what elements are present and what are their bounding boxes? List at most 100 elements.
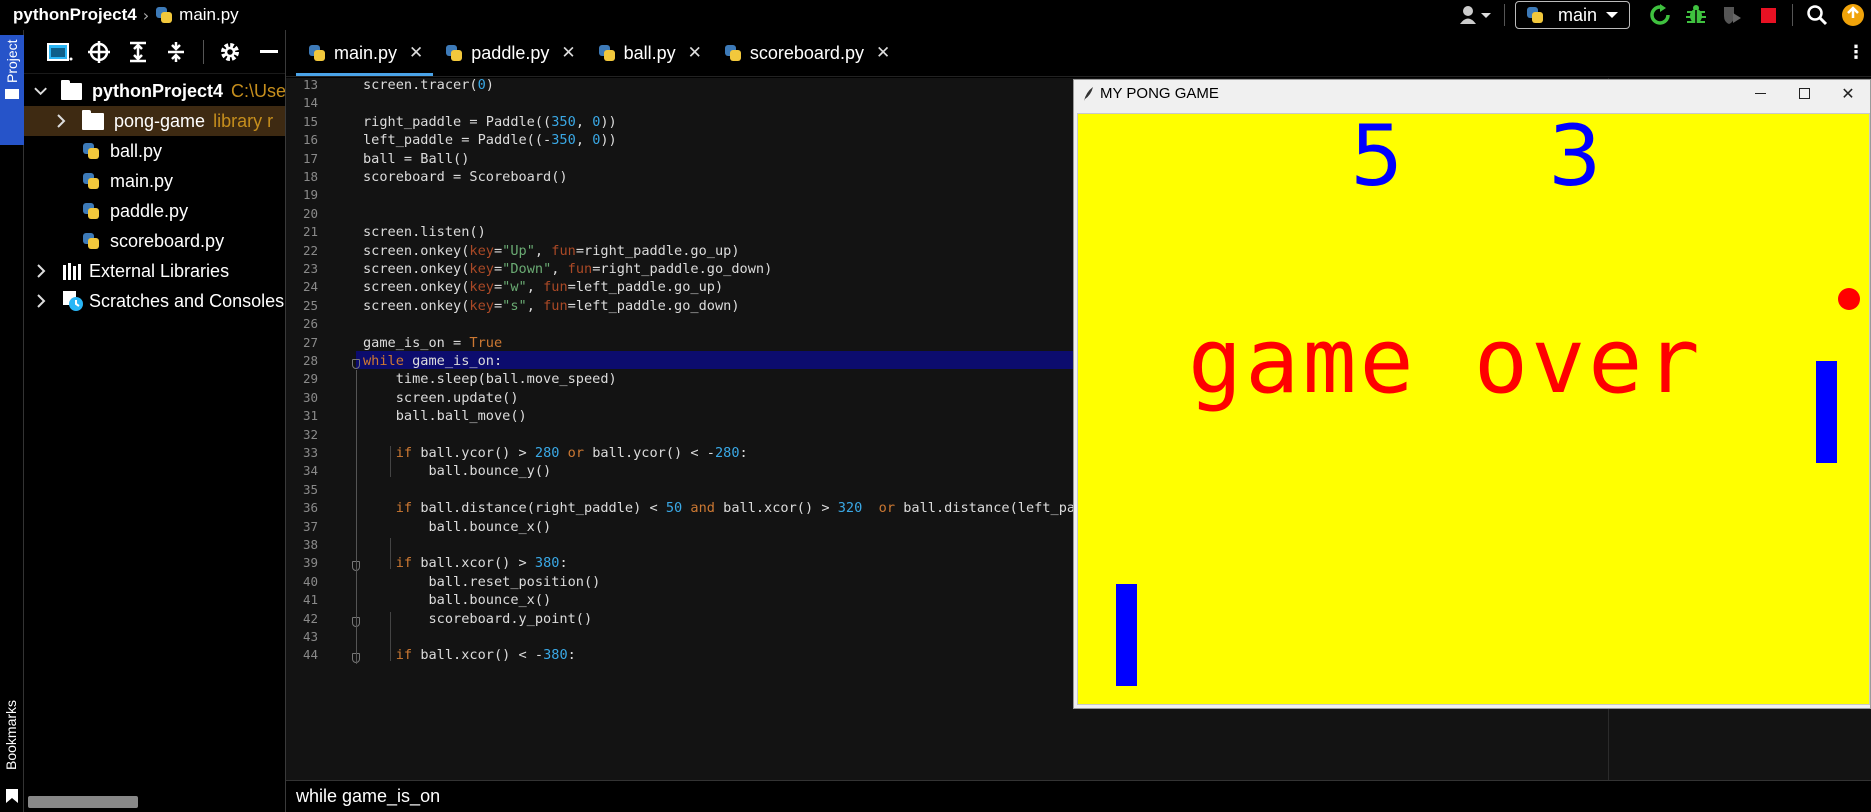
code-token: : bbox=[559, 555, 568, 572]
breadcrumb-file[interactable]: main.py bbox=[155, 5, 239, 25]
collapse-all-button[interactable] bbox=[160, 37, 193, 67]
close-icon[interactable]: ✕ bbox=[688, 43, 702, 63]
search-button[interactable] bbox=[1799, 0, 1835, 30]
tree-item-paddle-py[interactable]: paddle.py bbox=[24, 196, 285, 226]
tab-paddle-py[interactable]: paddle.py ✕ bbox=[433, 30, 585, 76]
code-token: ball.ball_move() bbox=[363, 408, 527, 425]
line-number: 28 bbox=[302, 353, 318, 368]
pong-window-title: MY PONG GAME bbox=[1100, 85, 1219, 102]
code-token: =right_paddle.go_up) bbox=[575, 242, 740, 259]
code-token: 380 bbox=[543, 647, 568, 664]
pong-window-titlebar[interactable]: MY PONG GAME ✕ bbox=[1074, 80, 1870, 107]
options-button[interactable] bbox=[214, 37, 247, 67]
code-token: ball.ycor() > bbox=[420, 445, 535, 461]
code-token: screen.listen() bbox=[363, 224, 486, 241]
code-token: 0 bbox=[477, 78, 486, 93]
breadcrumb-scope[interactable]: while game_is_on bbox=[296, 786, 440, 807]
line-number: 35 bbox=[302, 481, 318, 497]
project-panel-scrollbar[interactable] bbox=[28, 796, 138, 808]
editor-breadcrumb[interactable]: while game_is_on bbox=[286, 780, 1871, 812]
minimize-button[interactable] bbox=[1738, 80, 1782, 107]
line-number: 37 bbox=[302, 518, 318, 534]
stop-icon bbox=[1760, 7, 1776, 23]
python-file-icon bbox=[724, 44, 742, 62]
code-token: screen.onkey( bbox=[363, 242, 470, 259]
python-interpreter-icon bbox=[1526, 6, 1544, 24]
pong-canvas[interactable]: 5 3 game over bbox=[1077, 113, 1870, 705]
tree-item-scoreboard-py[interactable]: scoreboard.py bbox=[24, 226, 285, 256]
code-line[interactable]: ball.bounce_x() bbox=[363, 516, 551, 538]
code-line[interactable]: scoreboard.y_point() bbox=[363, 608, 592, 630]
tree-item-scratches[interactable]: Scratches and Consoles bbox=[24, 286, 285, 316]
code-token: =right_paddle.go_down) bbox=[592, 261, 773, 277]
select-opened-file-button[interactable] bbox=[44, 37, 77, 67]
tab-ball-py[interactable]: ball.py ✕ bbox=[586, 30, 712, 76]
project-tool-tab[interactable]: Project bbox=[0, 35, 24, 145]
close-icon[interactable]: ✕ bbox=[876, 43, 890, 63]
line-number: 42 bbox=[302, 610, 318, 626]
rerun-button[interactable] bbox=[1642, 0, 1678, 30]
feather-icon bbox=[1084, 86, 1093, 101]
chevron-right-icon bbox=[37, 264, 46, 278]
close-button[interactable]: ✕ bbox=[1826, 80, 1870, 107]
right-paddle bbox=[1816, 361, 1837, 463]
tree-item-external-libraries[interactable]: External Libraries bbox=[24, 256, 285, 286]
code-token: ball = Ball() bbox=[363, 150, 470, 167]
line-number: 22 bbox=[302, 242, 318, 258]
code-line[interactable]: ball.bounce_y() bbox=[363, 460, 551, 482]
tab-main-py[interactable]: main.py ✕ bbox=[296, 30, 434, 76]
maximize-icon bbox=[1798, 88, 1810, 99]
shield-run-icon bbox=[1724, 7, 1741, 24]
more-vertical-icon[interactable]: ⋮ bbox=[1847, 42, 1865, 63]
tree-item-label: paddle.py bbox=[110, 200, 189, 221]
breadcrumb-project[interactable]: pythonProject4 bbox=[13, 5, 137, 25]
code-token: ball.ycor() < - bbox=[592, 445, 715, 461]
fold-marker[interactable] bbox=[352, 359, 360, 369]
code-line[interactable]: scoreboard = Scoreboard() bbox=[363, 166, 568, 188]
coverage-button[interactable] bbox=[1714, 0, 1750, 30]
expand-all-button[interactable] bbox=[121, 37, 154, 67]
tree-item-label: pong-game bbox=[114, 110, 206, 131]
code-token: fun bbox=[551, 242, 576, 259]
python-file-icon bbox=[598, 44, 616, 62]
code-line[interactable]: if ball.xcor() < -380: bbox=[363, 644, 576, 666]
updates-button[interactable] bbox=[1835, 0, 1871, 30]
line-number: 24 bbox=[302, 279, 318, 295]
gear-icon bbox=[220, 42, 239, 61]
code-token: ) bbox=[485, 78, 494, 93]
code-line[interactable]: ball.ball_move() bbox=[363, 405, 527, 427]
ball bbox=[1838, 288, 1860, 310]
toolbar-right: main bbox=[1454, 0, 1871, 30]
tree-item-label: ball.py bbox=[110, 140, 163, 161]
tree-item-main-py[interactable]: main.py bbox=[24, 166, 285, 196]
tree-item-pong-game[interactable]: pong-game library r bbox=[24, 106, 285, 136]
code-token: screen.onkey( bbox=[363, 297, 470, 314]
code-token: 280 bbox=[534, 445, 560, 461]
branch-selector[interactable]: main bbox=[1514, 1, 1630, 29]
code-line[interactable]: screen.tracer(0) bbox=[363, 78, 494, 96]
bookmarks-tool-tab[interactable]: Bookmarks bbox=[0, 670, 24, 810]
line-number: 41 bbox=[302, 592, 318, 608]
bookmarks-tool-label: Bookmarks bbox=[3, 699, 19, 770]
tab-scoreboard-py[interactable]: scoreboard.py ✕ bbox=[712, 30, 900, 76]
locate-button[interactable] bbox=[83, 37, 116, 67]
code-line[interactable]: screen.onkey(key="s", fun=left_paddle.go… bbox=[363, 295, 740, 317]
fold-range-line bbox=[356, 370, 357, 665]
title-bar: pythonProject4 › main.py main bbox=[0, 0, 1871, 30]
account-button[interactable] bbox=[1454, 0, 1498, 30]
code-token: left_paddle = Paddle((- bbox=[363, 132, 552, 149]
tree-item-project-root[interactable]: pythonProject4 C:\Use bbox=[24, 76, 285, 106]
debug-button[interactable] bbox=[1678, 0, 1714, 30]
close-icon[interactable]: ✕ bbox=[561, 43, 575, 63]
indent-guide bbox=[390, 446, 391, 477]
close-icon[interactable]: ✕ bbox=[409, 43, 423, 63]
maximize-button[interactable] bbox=[1782, 80, 1826, 107]
code-token: ball.xcor() > bbox=[723, 500, 838, 517]
library-icon bbox=[63, 263, 81, 280]
line-number: 34 bbox=[302, 463, 318, 479]
tree-item-ball-py[interactable]: ball.py bbox=[24, 136, 285, 166]
stop-button[interactable] bbox=[1750, 0, 1786, 30]
panel-layout-icon bbox=[47, 42, 73, 61]
folder-icon bbox=[5, 89, 19, 99]
hide-panel-button[interactable] bbox=[252, 37, 285, 67]
